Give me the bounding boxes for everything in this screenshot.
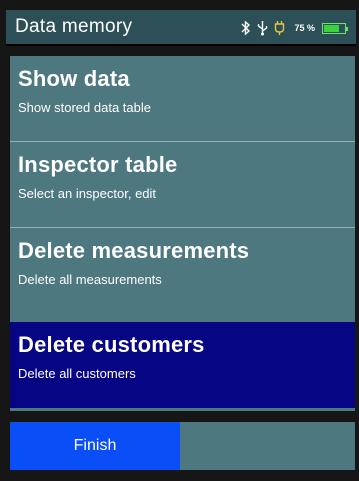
battery-icon: [322, 22, 348, 34]
page-title: Data memory: [15, 16, 133, 37]
device-screen: Data memory 75 % Show data Show stored d…: [0, 0, 359, 481]
menu-item-label: Show data: [18, 66, 130, 91]
menu-list: Show data Show stored data table Inspect…: [10, 56, 355, 411]
usb-icon: [256, 20, 269, 36]
menu-item-description: Select an inspector, edit: [18, 186, 157, 201]
menu-item-label: Inspector table: [18, 152, 178, 177]
title-bar: Data memory 75 %: [6, 10, 356, 46]
menu-item-delete-measurements[interactable]: Delete measurements Delete all measureme…: [10, 228, 355, 314]
bluetooth-icon: [239, 20, 252, 36]
battery-level-fill: [324, 24, 339, 32]
battery-percent: 75 %: [294, 23, 315, 33]
finish-button[interactable]: Finish: [10, 422, 180, 470]
menu-item-label: Delete measurements: [18, 238, 250, 263]
menu-item-delete-customers[interactable]: Delete customers Delete all customers: [10, 322, 355, 408]
menu-item-label: Delete customers: [18, 332, 205, 357]
battery-terminal: [346, 26, 348, 31]
plug-icon: [273, 20, 286, 36]
menu-item-description: Delete all measurements: [18, 272, 162, 287]
menu-item-description: Show stored data table: [18, 100, 151, 115]
menu-item-show-data[interactable]: Show data Show stored data table: [10, 56, 355, 142]
menu-item-inspector-table[interactable]: Inspector table Select an inspector, edi…: [10, 142, 355, 228]
button-bar: Finish: [10, 422, 355, 470]
menu-item-description: Delete all customers: [18, 366, 136, 381]
status-area: 75 %: [239, 20, 348, 36]
